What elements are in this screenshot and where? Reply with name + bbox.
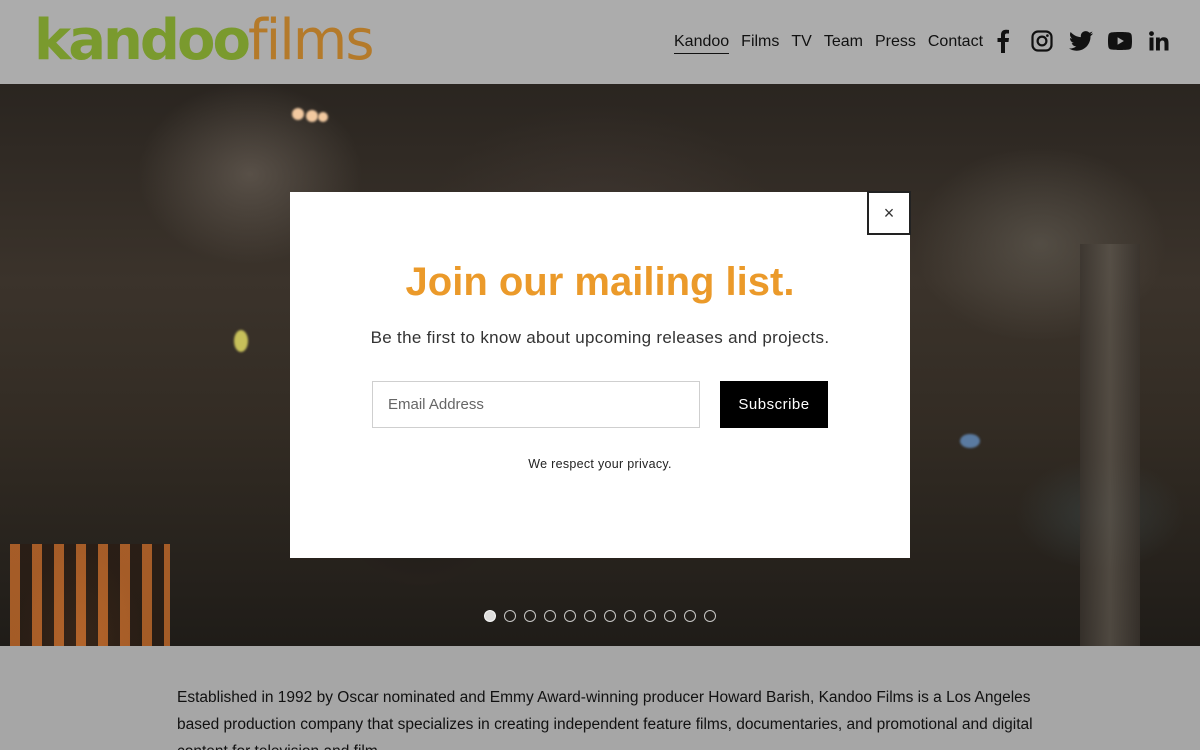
hero-light [306,110,318,122]
hero-fence-lights [10,544,170,646]
nav-item-contact[interactable]: Contact [928,32,983,54]
main-nav: Kandoo Films TV Team Press Contact [674,32,983,54]
hero-light [292,108,304,120]
carousel-dot[interactable] [664,610,676,622]
carousel-dot[interactable] [484,610,496,622]
nav-item-press[interactable]: Press [875,32,916,54]
email-field[interactable] [372,381,700,428]
carousel-dots [484,610,716,622]
nav-item-films[interactable]: Films [741,32,779,54]
modal-subtitle: Be the first to know about upcoming rele… [370,328,830,347]
carousel-dot[interactable] [604,610,616,622]
social-links [991,28,1171,54]
mailing-list-modal: × Join our mailing list. Be the first to… [290,191,911,558]
carousel-dot[interactable] [504,610,516,622]
carousel-dot[interactable] [644,610,656,622]
logo-text-kandoo: kandoo [34,8,251,73]
close-button[interactable]: × [867,191,911,235]
nav-item-team[interactable]: Team [824,32,863,54]
logo-text-films: films [247,8,375,73]
youtube-icon[interactable] [1108,28,1132,54]
carousel-dot[interactable] [544,610,556,622]
instagram-icon[interactable] [1030,28,1054,54]
carousel-dot[interactable] [584,610,596,622]
carousel-dot[interactable] [704,610,716,622]
facebook-icon[interactable] [991,28,1015,54]
nav-item-kandoo[interactable]: Kandoo [674,32,730,54]
about-paragraph: Established in 1992 by Oscar nominated a… [177,689,1033,750]
carousel-dot[interactable] [524,610,536,622]
linkedin-icon[interactable] [1147,28,1171,54]
kandoo-films-logo[interactable]: kandoofilms [34,8,375,73]
subscribe-button[interactable]: Subscribe [720,381,828,428]
hero-tree-trunk [1080,244,1140,646]
carousel-dot[interactable] [624,610,636,622]
twitter-icon[interactable] [1069,28,1093,54]
hero-light [960,434,980,448]
carousel-dot[interactable] [564,610,576,622]
modal-title: Join our mailing list. [405,260,795,304]
carousel-dot[interactable] [684,610,696,622]
nav-item-tv[interactable]: TV [791,32,811,54]
hero-light [318,112,328,122]
privacy-note: We respect your privacy. [528,457,672,471]
site-header: kandoofilms Kandoo Films TV Team Press C… [0,0,1200,84]
hero-light [234,330,248,352]
